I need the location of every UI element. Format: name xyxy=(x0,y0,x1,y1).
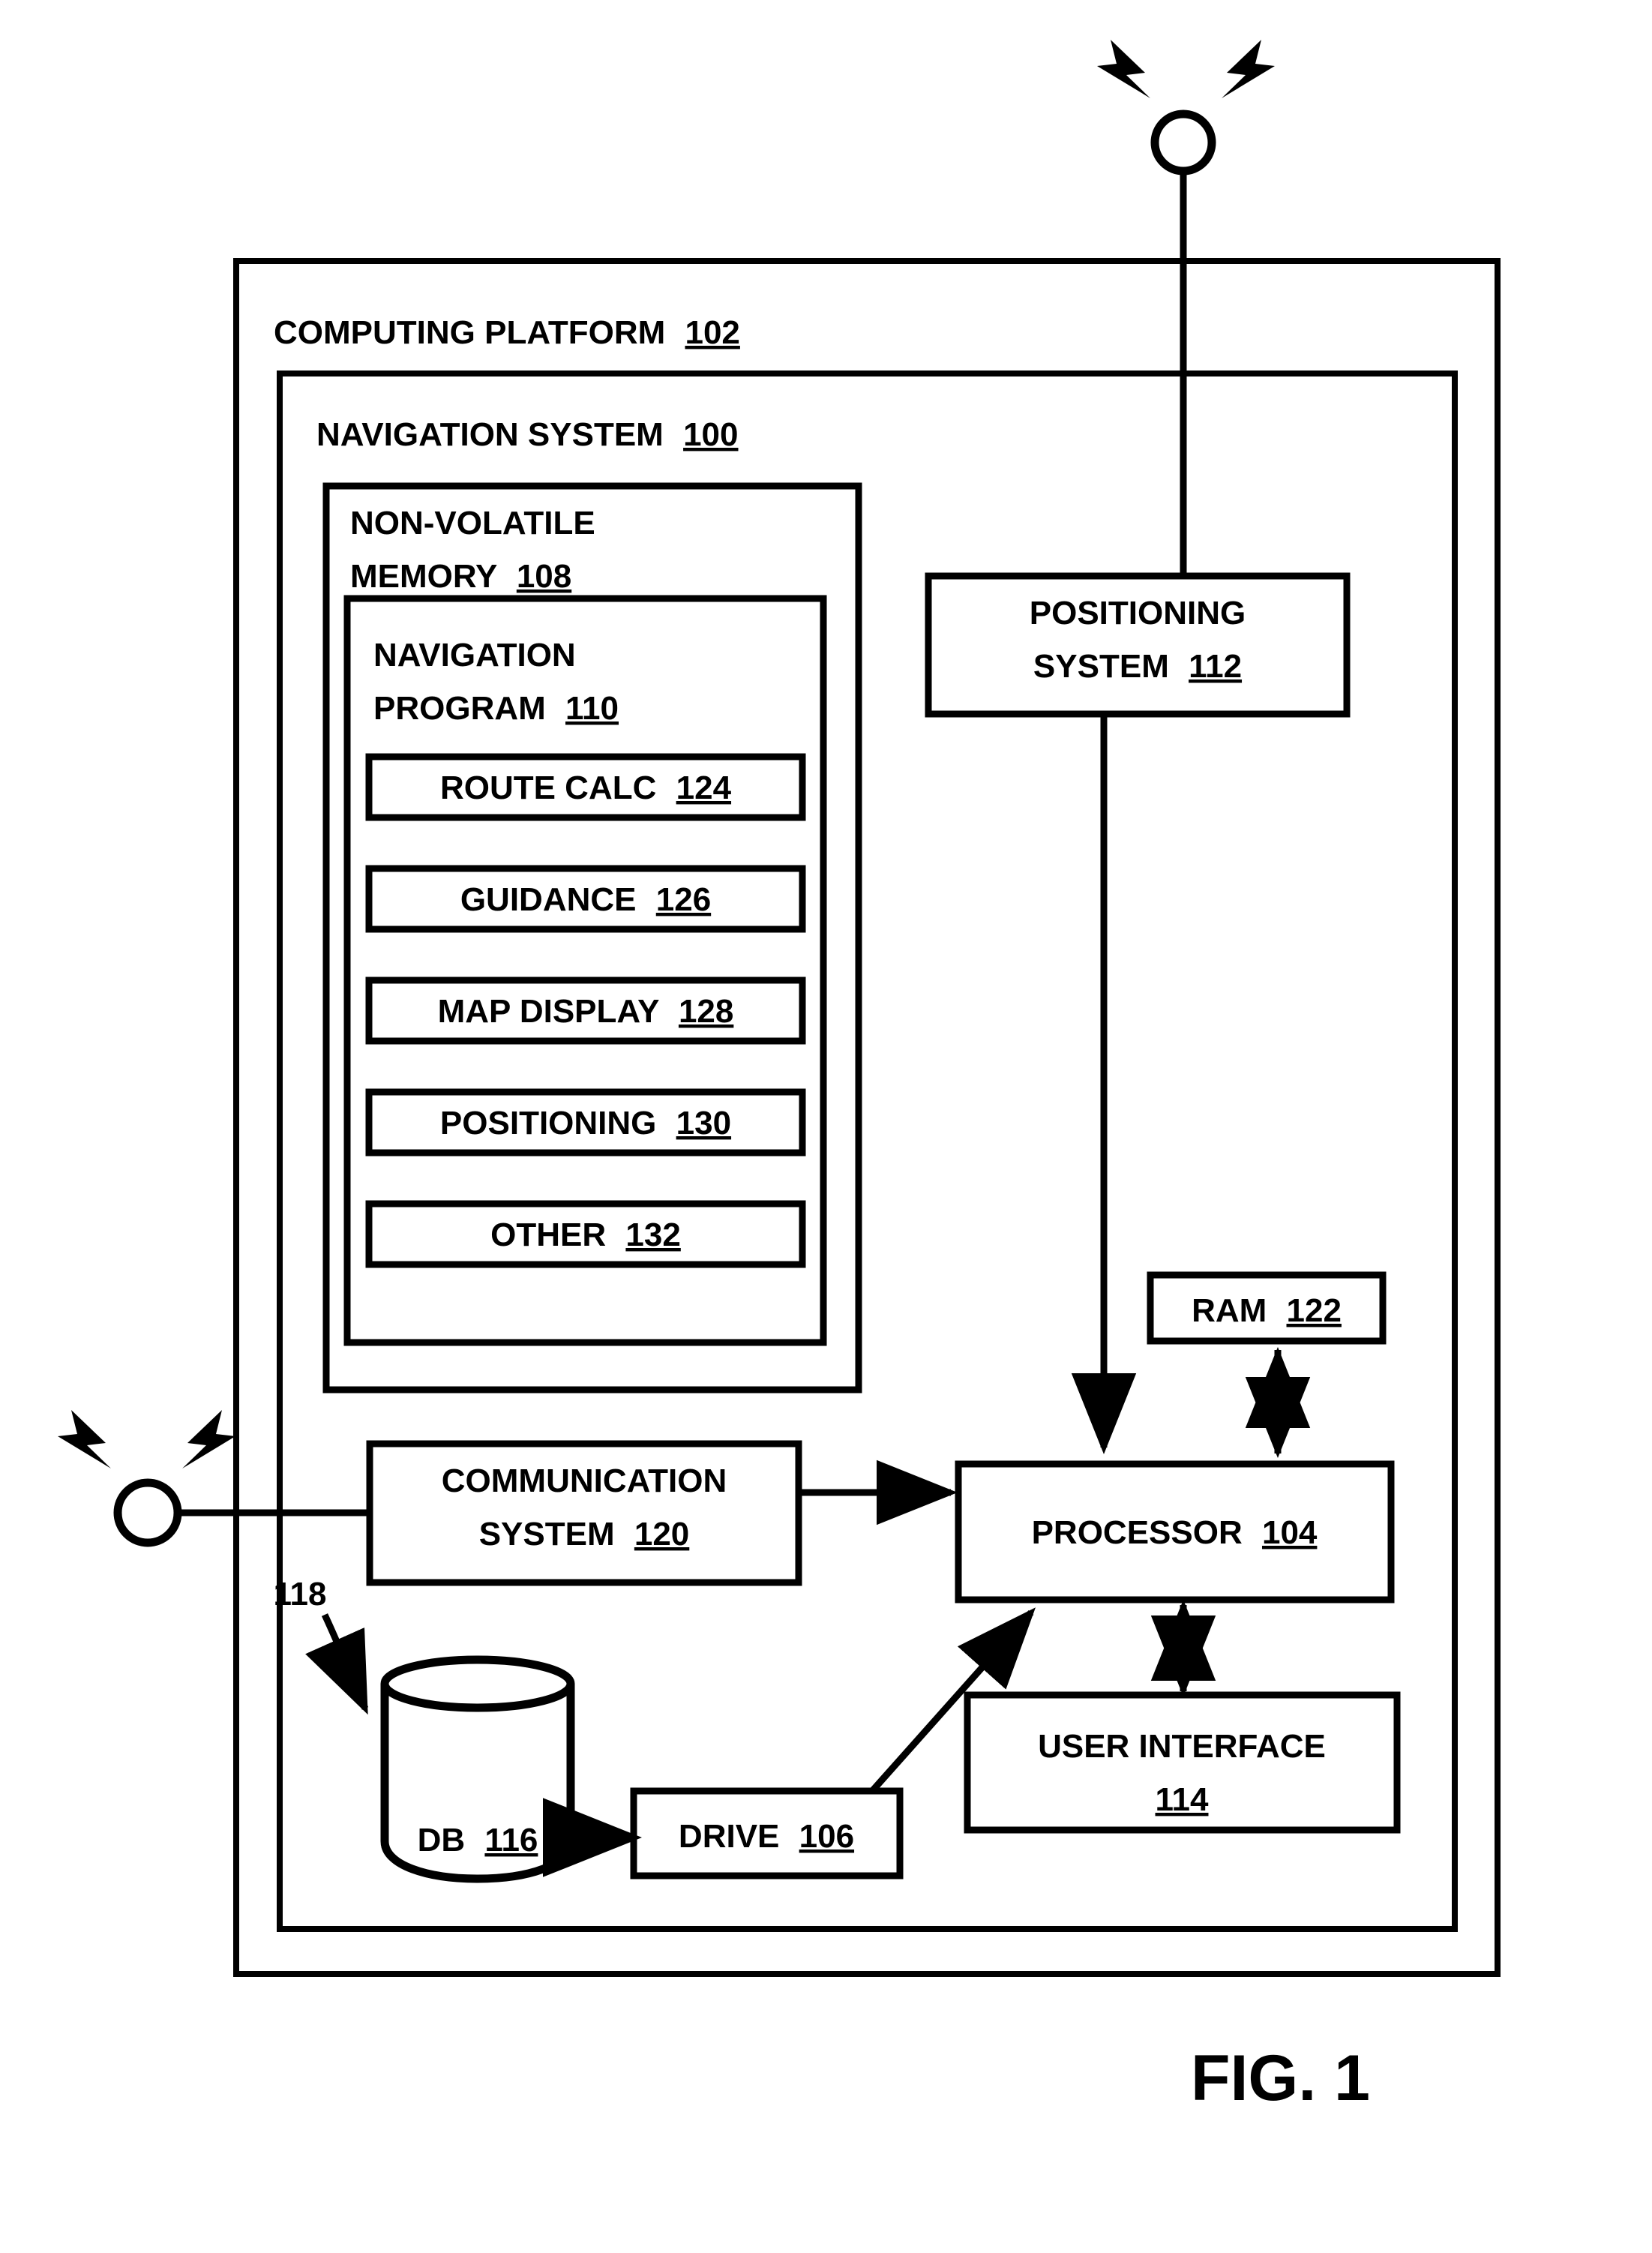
drive-label: DRIVE 106 xyxy=(679,1818,854,1855)
module-label-other: OTHER 132 xyxy=(490,1216,681,1253)
communication-system-label-line2: SYSTEM 120 xyxy=(479,1516,690,1552)
ram-label: RAM 122 xyxy=(1192,1292,1342,1329)
storage-callout-label: 118 xyxy=(274,1576,327,1612)
computing-platform-title: COMPUTING PLATFORM 102 xyxy=(274,314,740,351)
positioning-system-label-line1: POSITIONING xyxy=(1030,595,1246,632)
gps-antenna xyxy=(1097,40,1275,176)
database-label: DB 116 xyxy=(418,1822,538,1858)
communication-system-label-line1: COMMUNICATION xyxy=(442,1462,727,1499)
user-interface-label-line1: USER INTERFACE xyxy=(1038,1728,1326,1765)
antenna-bolt-left xyxy=(58,1410,111,1468)
module-label-map-display: MAP DISPLAY 128 xyxy=(438,993,734,1030)
antenna-bolt-right xyxy=(1222,40,1275,98)
database-cylinder[interactable] xyxy=(380,1655,575,1883)
module-label-route-calc: ROUTE CALC 124 xyxy=(440,770,732,806)
figure-label: FIG. 1 xyxy=(1191,2042,1370,2114)
user-interface-ref: 114 xyxy=(1156,1781,1210,1818)
module-label-positioning: POSITIONING 130 xyxy=(440,1105,731,1142)
figure-1-diagram: COMPUTING PLATFORM 102 NAVIGATION SYSTEM… xyxy=(0,0,1652,2253)
memory-title-line2: MEMORY 108 xyxy=(350,558,571,595)
antenna-bolt-right xyxy=(182,1410,235,1468)
storage-callout-arrow xyxy=(305,1613,369,1715)
module-label-guidance: GUIDANCE 126 xyxy=(460,881,711,918)
non-volatile-memory-box xyxy=(322,482,862,1394)
antenna-bolt-left xyxy=(1097,40,1150,98)
communication-antenna xyxy=(58,1410,235,1547)
memory-title-line1: NON-VOLATILE xyxy=(350,505,595,542)
program-title-line2: PROGRAM 110 xyxy=(373,690,619,727)
navigation-system-title: NAVIGATION SYSTEM 100 xyxy=(316,416,739,453)
program-title-line1: NAVIGATION xyxy=(373,637,576,674)
drive-to-processor-arrow xyxy=(869,1607,1036,1793)
processor-label: PROCESSOR 104 xyxy=(1032,1514,1318,1551)
positioning-system-label-line2: SYSTEM 112 xyxy=(1033,648,1242,685)
